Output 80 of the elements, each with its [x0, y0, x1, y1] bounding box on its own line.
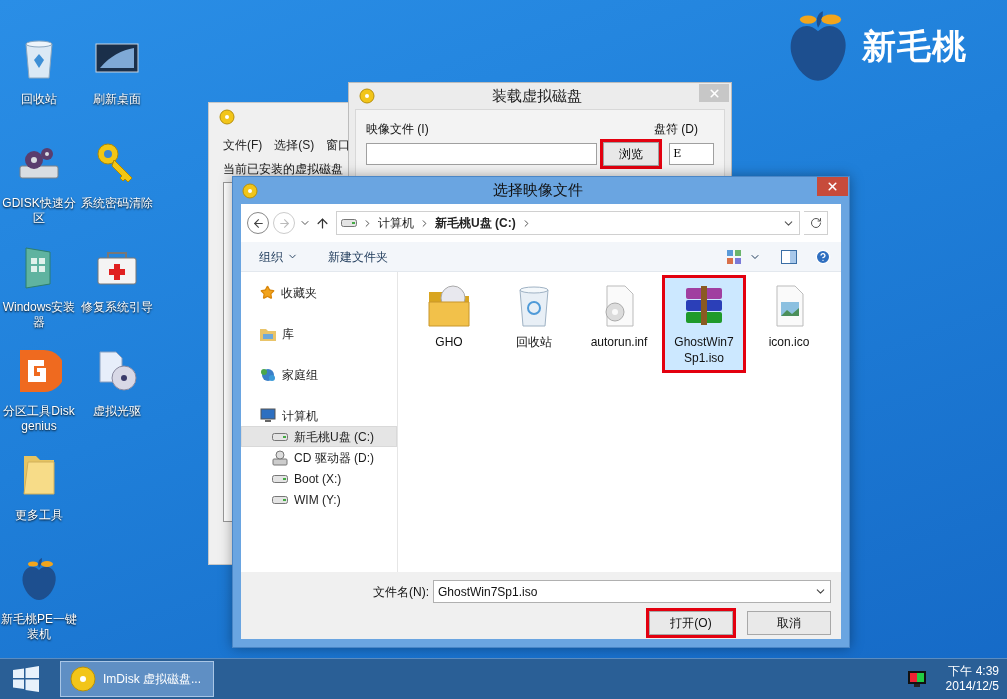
refresh-icon: [809, 217, 822, 229]
folder-icon: [260, 326, 276, 341]
network-icon: [260, 366, 276, 383]
organize-button[interactable]: 组织: [259, 247, 298, 266]
disc-icon: [359, 88, 375, 104]
taskbar-button-label: ImDisk 虚拟磁盘...: [103, 671, 201, 688]
menu-item[interactable]: 选择(S): [274, 136, 315, 154]
preview-pane-icon[interactable]: [781, 249, 797, 264]
file-name: icon.ico: [767, 334, 811, 350]
view-options-icon[interactable]: [727, 249, 741, 264]
nav-item[interactable]: CD 驱动器 (D:): [241, 447, 397, 468]
breadcrumb-item[interactable]: 新毛桃U盘 (C:): [435, 214, 516, 232]
desktop-icon-label[interactable]: 修复系统引导: [79, 300, 155, 315]
computer-icon: [260, 408, 276, 423]
nav-item[interactable]: Boot (X:): [241, 468, 397, 489]
field-label: 文件名(N):: [373, 583, 429, 601]
logo-text: 新毛桃: [862, 25, 967, 67]
drive-icon: [272, 432, 288, 441]
file-item[interactable]: 回收站: [495, 278, 573, 354]
filename-combo[interactable]: GhostWin7Sp1.iso: [433, 580, 831, 603]
forward-arrow-icon: [277, 216, 291, 230]
section-heading: 当前已安装的虚拟磁盘: [222, 161, 344, 178]
nav-item[interactable]: 收藏夹: [241, 282, 397, 303]
drive-icon: [272, 495, 288, 504]
filename-value: GhostWin7Sp1.iso: [438, 583, 538, 601]
field-label: 映像文件 (I): [366, 121, 429, 138]
menu-item[interactable]: 窗口: [326, 136, 351, 154]
file-name: GhostWin7Sp1.iso: [673, 334, 735, 366]
desktop-icon-label[interactable]: GDISK快速分区: [1, 196, 77, 226]
file-item[interactable]: autorun.inf: [580, 278, 658, 354]
window-title: 选择映像文件: [491, 180, 584, 201]
desktop-icon-label[interactable]: 分区工具Diskgenius: [1, 404, 77, 434]
nav-item[interactable]: WIM (Y:): [241, 489, 397, 510]
disc-icon: [242, 182, 258, 199]
file-item[interactable]: GhostWin7Sp1.iso: [665, 278, 743, 370]
star-icon: [260, 285, 275, 300]
nav-item[interactable]: 新毛桃U盘 (C:): [241, 426, 397, 447]
desktop-icon-label[interactable]: Windows安装器: [1, 300, 77, 330]
folder-icon: [425, 282, 473, 330]
desktop-icon-label[interactable]: 虚拟光驱: [79, 404, 155, 419]
clock-date[interactable]: 2014/12/5: [945, 679, 999, 694]
help-icon[interactable]: [815, 248, 831, 265]
close-icon: [707, 86, 721, 100]
new-folder-button[interactable]: 新建文件夹: [328, 247, 388, 266]
desktop-icon-label[interactable]: 新毛桃PE一键装机: [1, 612, 77, 642]
close-button[interactable]: [817, 177, 848, 196]
window-title: 装载虚拟磁盘: [491, 85, 583, 106]
address-bar[interactable]: 计算机 新毛桃U盘 (C:): [336, 211, 800, 235]
desktop-icon-label[interactable]: 回收站: [1, 92, 77, 107]
windows-logo-icon: [13, 666, 39, 692]
image-file-field[interactable]: [366, 143, 597, 165]
dialog-button[interactable]: 打开(O): [649, 611, 733, 635]
disc-icon: [219, 109, 235, 125]
desktop-icon-label[interactable]: 更多工具: [1, 508, 77, 523]
dialog-button[interactable]: 取消: [747, 611, 831, 635]
nav-item[interactable]: 库: [241, 323, 397, 344]
organize-label: 组织: [259, 248, 283, 266]
drive-icon: [272, 474, 288, 483]
clock-time[interactable]: 下午 4:39: [948, 664, 999, 679]
close-icon: [826, 180, 839, 193]
desktop-icon-label[interactable]: 刷新桌面: [79, 92, 155, 107]
file-name: GHO: [434, 334, 464, 350]
browse-button[interactable]: 浏览: [602, 142, 660, 166]
refresh-button[interactable]: [804, 211, 828, 235]
nav-item[interactable]: 家庭组: [241, 364, 397, 385]
display-icon[interactable]: [907, 671, 926, 687]
disc-icon: [69, 665, 97, 693]
file-name: 回收站: [515, 334, 553, 350]
file-item[interactable]: icon.ico: [750, 278, 828, 354]
file-item[interactable]: GHO: [410, 278, 488, 354]
menu-item[interactable]: 文件(F): [223, 136, 263, 154]
breadcrumb-item[interactable]: 计算机: [378, 214, 414, 232]
file-name: autorun.inf: [589, 334, 649, 350]
field-label: 盘符 (D): [654, 121, 698, 138]
cd-drive-icon: [272, 449, 288, 466]
desktop-icon-label[interactable]: 系统密码清除: [79, 196, 155, 211]
back-arrow-icon: [251, 216, 265, 230]
drive-icon: [341, 219, 357, 227]
drive-letter-field[interactable]: E: [669, 143, 714, 165]
nav-item[interactable]: 计算机: [241, 405, 397, 426]
